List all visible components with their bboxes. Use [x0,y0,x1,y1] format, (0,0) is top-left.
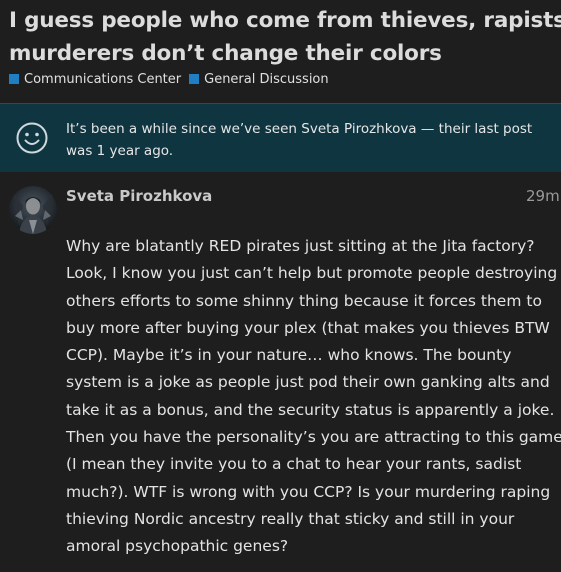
category-label: General Discussion [204,71,329,87]
topic-page: I guess people who come from thieves, ra… [0,0,561,572]
topic-title[interactable]: I guess people who come from thieves, ra… [9,4,561,70]
post-body: Why are blatantly RED pirates just sitti… [66,237,561,556]
category-color-swatch [9,74,19,84]
post-timestamp[interactable]: 29m [526,187,560,205]
category-communications-center[interactable]: Communications Center [9,72,181,87]
post-author-name[interactable]: Sveta Pirozhkova [66,187,212,205]
user-avatar[interactable] [9,186,57,234]
inactive-user-notice: It’s been a while since we’ve seen Sveta… [0,103,561,171]
notice-text: It’s been a while since we’ve seen Sveta… [66,121,533,159]
category-color-swatch [189,74,200,84]
category-general-discussion[interactable]: General Discussion [189,72,329,87]
category-label: Communications Center [24,71,182,87]
category-breadcrumb: Communications Center General Discussion [9,70,337,88]
smiley-icon [16,122,48,154]
post-divider [0,171,561,172]
